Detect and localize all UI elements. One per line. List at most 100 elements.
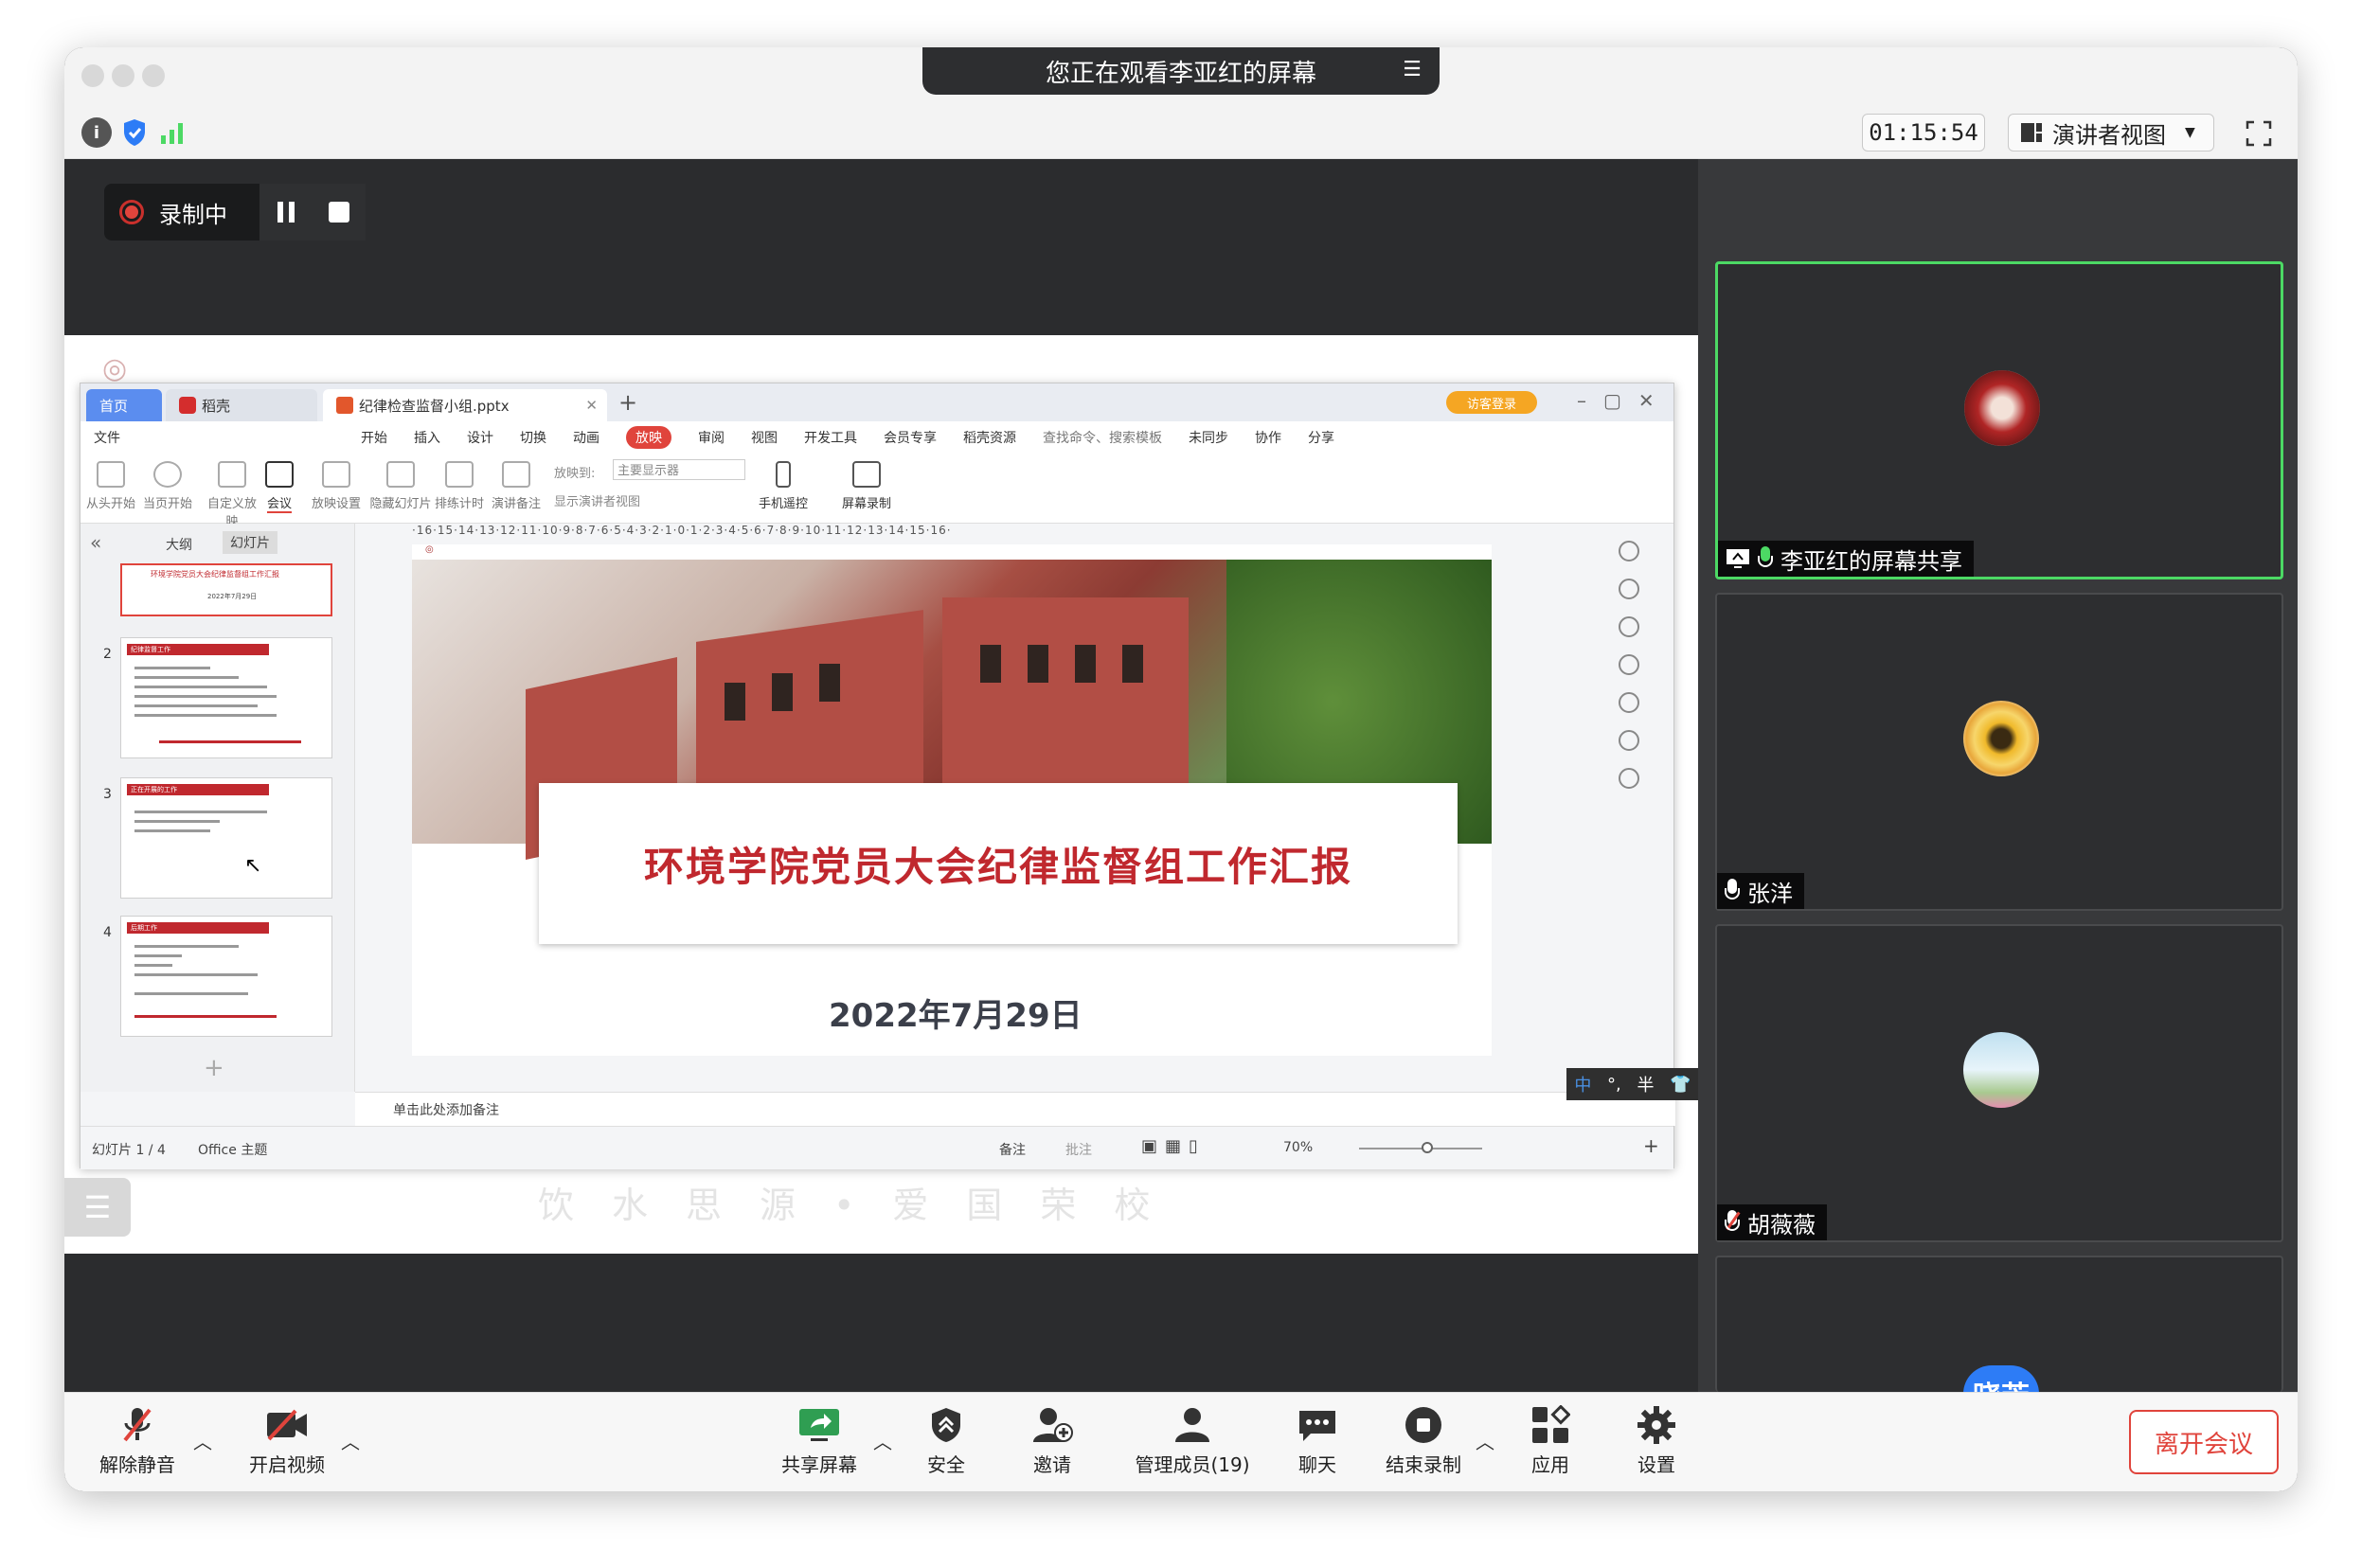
security-button[interactable]: 安全 (894, 1406, 998, 1477)
share-options-chevron-icon[interactable]: ︿ (873, 1427, 892, 1454)
menu-developer[interactable]: 开发工具 (804, 428, 857, 447)
record-options-chevron-icon[interactable]: ︿ (1476, 1427, 1494, 1454)
zoom-in-icon[interactable]: + (1643, 1134, 1659, 1157)
side-tool-3-icon[interactable] (1619, 616, 1639, 637)
video-off-icon (267, 1409, 307, 1441)
side-tool-4-icon[interactable] (1619, 654, 1639, 675)
notes-toggle[interactable]: 备注 (999, 1140, 1026, 1159)
collaborate-button[interactable]: 协作 (1255, 428, 1281, 447)
recording-indicator: 录制中 (104, 184, 366, 241)
avatar (1963, 1032, 2039, 1108)
slide-thumb-4[interactable]: 后期工作 (120, 916, 332, 1037)
ribbon-show-settings[interactable]: 放映设置 (306, 461, 367, 511)
stop-record-icon (1405, 1407, 1441, 1443)
view-mode-select[interactable]: 演讲者视图 ▼ (2008, 114, 2214, 151)
side-tool-5-icon[interactable] (1619, 692, 1639, 713)
zoom-slider-handle[interactable] (1422, 1142, 1433, 1153)
menu-review[interactable]: 审阅 (698, 428, 725, 447)
menu-animation[interactable]: 动画 (573, 428, 599, 447)
show-on-label: 放映到: (554, 467, 596, 481)
view-buttons[interactable]: ▣▦▯ (1141, 1136, 1206, 1156)
menu-start[interactable]: 开始 (361, 428, 387, 447)
pause-icon (277, 202, 295, 223)
menu-design[interactable]: 设计 (467, 428, 493, 447)
minimize-window-button[interactable] (112, 64, 134, 87)
search-command-input[interactable]: 查找命令、搜索模板 (1043, 428, 1162, 447)
tab-file-label: 纪律检查监督小组.pptx (359, 397, 510, 415)
settings-button[interactable]: 设置 (1604, 1406, 1709, 1477)
avatar (1963, 701, 2039, 776)
new-tab-icon[interactable]: + (618, 389, 637, 416)
menu-view[interactable]: 视图 (751, 428, 778, 447)
network-signal-icon[interactable] (157, 117, 188, 148)
ribbon-meeting[interactable]: 会议 (249, 461, 310, 513)
share-button[interactable]: 分享 (1308, 428, 1334, 447)
tab-home[interactable]: 首页 (86, 389, 162, 421)
side-tool-1-icon[interactable] (1619, 541, 1639, 561)
side-tool-2-icon[interactable] (1619, 579, 1639, 599)
display-select[interactable]: 主要显示器 (613, 459, 745, 480)
participant-tile[interactable]: 晓芳 (1715, 1256, 2283, 1422)
zoom-slider[interactable] (1359, 1142, 1482, 1153)
ribbon-from-start[interactable]: 从头开始 (81, 461, 141, 511)
menu-lines-icon[interactable]: ☰ (1400, 59, 1424, 81)
video-options-chevron-icon[interactable]: ︿ (341, 1427, 360, 1454)
slide-num-2: 2 (103, 647, 112, 662)
ribbon-rehearse[interactable]: 排练计时 (429, 461, 490, 511)
info-icon[interactable]: i (81, 117, 112, 148)
side-tool-6-icon[interactable] (1619, 730, 1639, 751)
notes-bar[interactable]: 单击此处添加备注 (355, 1092, 1675, 1126)
fullscreen-icon[interactable] (2243, 117, 2275, 150)
ribbon-from-current[interactable]: 当页开始 (137, 461, 198, 511)
tab-current-file[interactable]: 纪律检查监督小组.pptx ✕ (323, 389, 607, 421)
share-screen-button[interactable]: 共享屏幕 (767, 1406, 871, 1477)
close-tab-icon[interactable]: ✕ (585, 397, 598, 414)
stop-recording-button[interactable] (313, 184, 366, 241)
collapse-panel-icon[interactable]: « (90, 531, 101, 554)
tab-slides[interactable]: 幻灯片 (223, 531, 277, 554)
end-recording-button[interactable]: 结束录制 (1371, 1406, 1476, 1477)
chat-button[interactable]: 聊天 (1265, 1406, 1369, 1477)
presenter-view-checkbox[interactable]: 显示演讲者视图 (554, 491, 640, 509)
ime-indicator: 中 °, 半 👕 (1566, 1068, 1698, 1100)
menu-slideshow[interactable]: 放映 (626, 426, 671, 449)
audio-options-chevron-icon[interactable]: ︿ (193, 1427, 212, 1454)
wps-window-controls[interactable]: –▢✕ (1577, 389, 1672, 412)
zoom-level[interactable]: 70% (1283, 1140, 1313, 1155)
side-tool-7-icon[interactable] (1619, 768, 1639, 789)
unmute-button[interactable]: 解除静音 (85, 1406, 189, 1477)
start-video-button[interactable]: 开启视频 (235, 1406, 339, 1477)
menu-insert[interactable]: 插入 (414, 428, 440, 447)
shield-icon[interactable] (119, 117, 150, 148)
slide-thumb-1[interactable]: 环境学院党员大会纪律监督组工作汇报 2022年7月29日 (120, 563, 332, 616)
participant-tile[interactable]: 胡薇薇 (1715, 924, 2283, 1242)
tab-outline[interactable]: 大纲 (166, 535, 192, 554)
add-slide-icon[interactable]: + (204, 1054, 224, 1082)
menu-transition[interactable]: 切换 (520, 428, 546, 447)
pause-recording-button[interactable] (259, 184, 313, 241)
menu-file[interactable]: 文件 (94, 428, 120, 447)
wps-menu-bar: 文件 开始 插入 设计 切换 动画 放映 审阅 视图 开发工具 会员专享 稻壳资… (81, 421, 1673, 454)
close-window-button[interactable] (81, 64, 104, 87)
participant-name: 张洋 (1747, 880, 1793, 907)
list-float-icon[interactable]: ☰ (64, 1178, 131, 1237)
participant-tile[interactable]: 李亚红的屏幕共享 (1715, 261, 2283, 579)
leave-meeting-button[interactable]: 离开会议 (2129, 1410, 2279, 1474)
menu-member[interactable]: 会员专享 (884, 428, 937, 447)
apps-button[interactable]: 应用 (1498, 1405, 1602, 1477)
participant-tile[interactable]: 张洋 (1715, 593, 2283, 911)
ribbon-hide-slide[interactable]: 隐藏幻灯片 (365, 461, 437, 511)
maximize-window-button[interactable] (142, 64, 165, 87)
ribbon-phone-remote[interactable]: 手机遥控 (753, 461, 814, 511)
slide-thumb-2[interactable]: 纪律监督工作 (120, 637, 332, 758)
manage-members-button[interactable]: 管理成员(19) (1121, 1406, 1263, 1477)
guest-login-button[interactable]: 访客登录 (1446, 391, 1537, 414)
invite-button[interactable]: 邀请 (1000, 1406, 1104, 1477)
tab-docer[interactable]: 稻壳 (166, 389, 317, 421)
slide-thumb-3[interactable]: 正在开展的工作 ↖ (120, 777, 332, 899)
menu-docer-resources[interactable]: 稻壳资源 (963, 428, 1016, 447)
ribbon-speaker-notes[interactable]: 演讲备注 (486, 461, 546, 511)
comments-toggle[interactable]: 批注 (1065, 1140, 1092, 1159)
sync-status[interactable]: 未同步 (1189, 428, 1228, 447)
ribbon-screen-record[interactable]: 屏幕录制 (836, 461, 897, 511)
